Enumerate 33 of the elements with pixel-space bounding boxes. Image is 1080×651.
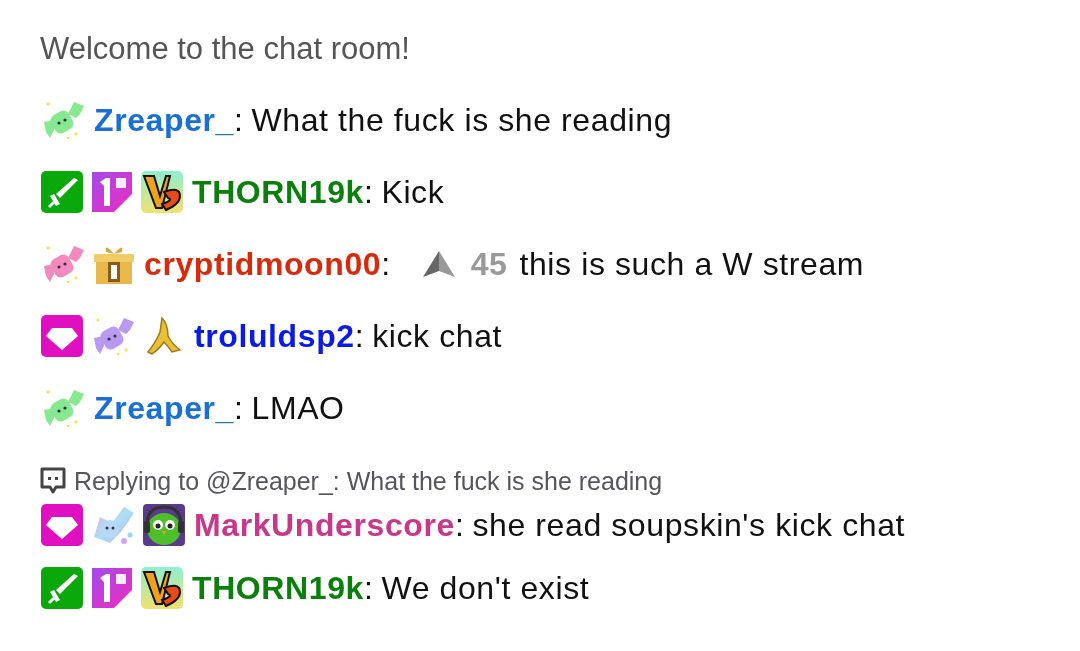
message-text: she read soupskin's kick chat xyxy=(472,506,906,544)
reply-text: Replying to @Zreaper_: What the fuck is she reading xyxy=(74,466,663,496)
flame-icon xyxy=(140,566,184,610)
username[interactable]: MarkUnderscore xyxy=(194,506,455,544)
message-text: this is such a W stream xyxy=(519,245,865,283)
username[interactable]: THORN19k xyxy=(192,173,364,211)
ribbon-icon xyxy=(90,566,134,610)
message-text: kick chat xyxy=(372,317,503,355)
chat-bubble-icon xyxy=(40,467,66,495)
welcome-message: Welcome to the chat room! xyxy=(40,31,410,67)
colon: : xyxy=(354,317,365,355)
sword-icon xyxy=(40,170,84,214)
username[interactable]: THORN19k xyxy=(192,569,364,607)
username[interactable]: troluldsp2 xyxy=(194,317,355,355)
message-text: Kick xyxy=(381,173,445,211)
colon: : xyxy=(381,245,391,283)
username[interactable]: Zreaper_ xyxy=(94,389,234,427)
username[interactable]: Zreaper_ xyxy=(94,101,234,139)
sword-icon xyxy=(40,566,84,610)
ribbon-icon xyxy=(90,170,134,214)
username[interactable]: cryptidmoon00 xyxy=(144,245,382,283)
message-text: LMAO xyxy=(251,389,345,427)
colon: : xyxy=(363,569,374,607)
flame-icon xyxy=(140,170,184,214)
colon: : xyxy=(363,173,374,211)
message-text: What the fuck is she reading xyxy=(251,101,673,139)
triangle-icon xyxy=(420,249,457,279)
colon: : xyxy=(234,389,244,427)
colon: : xyxy=(234,101,244,139)
upvote-count: 45 xyxy=(470,245,508,283)
colon: : xyxy=(454,506,465,544)
owl-icon xyxy=(142,503,186,547)
message-text: We don't exist xyxy=(381,569,590,607)
